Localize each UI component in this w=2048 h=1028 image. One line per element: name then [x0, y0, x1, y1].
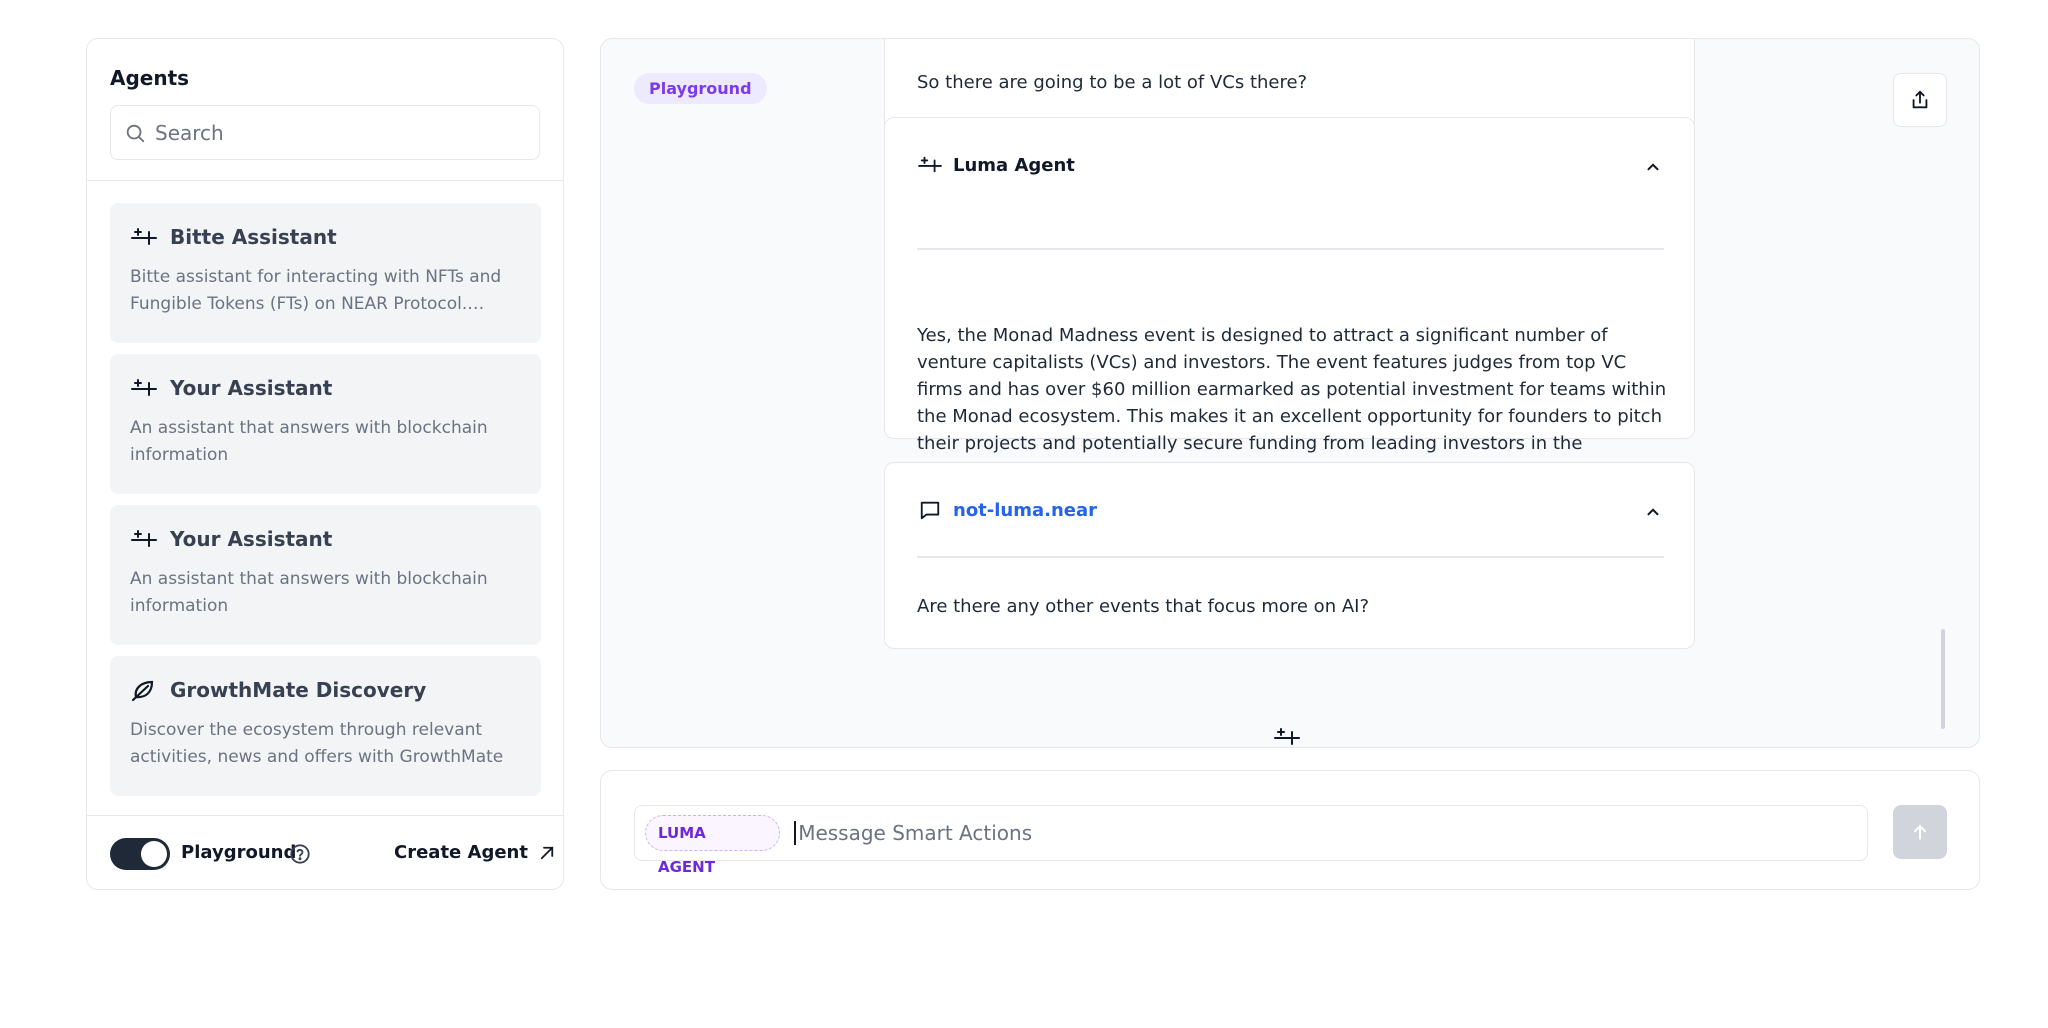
agent-list[interactable]: Bitte Assistant Bitte assistant for inte… [110, 203, 541, 843]
chevron-up-icon[interactable] [1644, 503, 1662, 521]
agents-title: Agents [110, 66, 190, 90]
sparkle-icon [131, 379, 157, 396]
agent-card-your-assistant-2[interactable]: Your Assistant An assistant that answers… [110, 505, 541, 645]
agent-name: Your Assistant [170, 376, 333, 400]
sparkle-icon [131, 530, 157, 547]
message-author-link[interactable]: not-luma.near [953, 500, 1097, 521]
search-icon [126, 124, 145, 142]
message-text: So there are going to be a lot of VCs th… [917, 72, 1308, 93]
send-button[interactable] [1893, 805, 1947, 859]
agents-sidebar: Agents Bitte Assistant Bitte assistant f… [86, 38, 564, 890]
playground-badge: Playground [634, 73, 767, 104]
message-header: Luma Agent [917, 154, 1075, 176]
agent-chip[interactable]: LUMA AGENT [645, 815, 781, 876]
user-message-card: not-luma.near Are there any other events… [884, 462, 1695, 649]
agent-description: Discover the ecosystem through relevant … [130, 720, 504, 767]
share-button[interactable] [1893, 73, 1947, 127]
arrow-up-icon [1914, 824, 1926, 840]
scrollbar[interactable] [1941, 629, 1945, 729]
arrow-up-right-icon [540, 846, 554, 859]
message-input[interactable] [794, 821, 1867, 845]
agent-card-your-assistant[interactable]: Your Assistant An assistant that answers… [110, 354, 541, 494]
agent-message-card: Luma Agent Yes, the Monad Madness event … [884, 117, 1695, 481]
agent-name: Your Assistant [170, 527, 333, 551]
agent-description: Bitte assistant for interacting with NFT… [130, 267, 502, 314]
leaf-icon [131, 680, 154, 702]
search-input[interactable] [155, 120, 535, 145]
create-agent-link[interactable]: Create Agent [394, 842, 556, 863]
agent-name: Bitte Assistant [170, 225, 337, 249]
composer-input-wrap[interactable]: LUMA AGENT [634, 805, 1868, 876]
message-divider [917, 556, 1664, 558]
chat-bubble-icon [920, 501, 940, 520]
message-author: Luma Agent [953, 154, 1075, 176]
message-composer: LUMA AGENT [600, 770, 1980, 890]
agent-name: GrowthMate Discovery [170, 678, 427, 702]
help-icon[interactable] [289, 843, 311, 865]
agent-search[interactable] [110, 105, 540, 160]
agent-card-bitte-assistant[interactable]: Bitte Assistant Bitte assistant for inte… [110, 203, 541, 343]
create-agent-label: Create Agent [394, 842, 528, 863]
divider [87, 815, 563, 816]
message-header: not-luma.near [917, 499, 1097, 521]
chat-panel[interactable]: Playground So there are going to be a lo… [600, 38, 1980, 748]
playground-label: Playground [181, 842, 297, 863]
sparkle-icon [1274, 728, 1300, 745]
agent-description: An assistant that answers with blockchai… [130, 418, 488, 465]
message-text: Yes, the Monad Madness event is designed… [917, 325, 1667, 481]
agent-card-growthmate-discovery[interactable]: GrowthMate Discovery Discover the ecosys… [110, 656, 541, 796]
message-divider [917, 248, 1664, 250]
playground-toggle[interactable] [110, 838, 170, 870]
divider [87, 180, 563, 181]
sparkle-icon [131, 228, 157, 245]
chevron-up-icon[interactable] [1644, 158, 1662, 176]
sparkle-icon [918, 156, 942, 173]
agent-description: An assistant that answers with blockchai… [130, 569, 488, 616]
message-text: Are there any other events that focus mo… [917, 596, 1370, 617]
share-icon [1912, 90, 1928, 109]
toggle-knob [141, 841, 167, 867]
